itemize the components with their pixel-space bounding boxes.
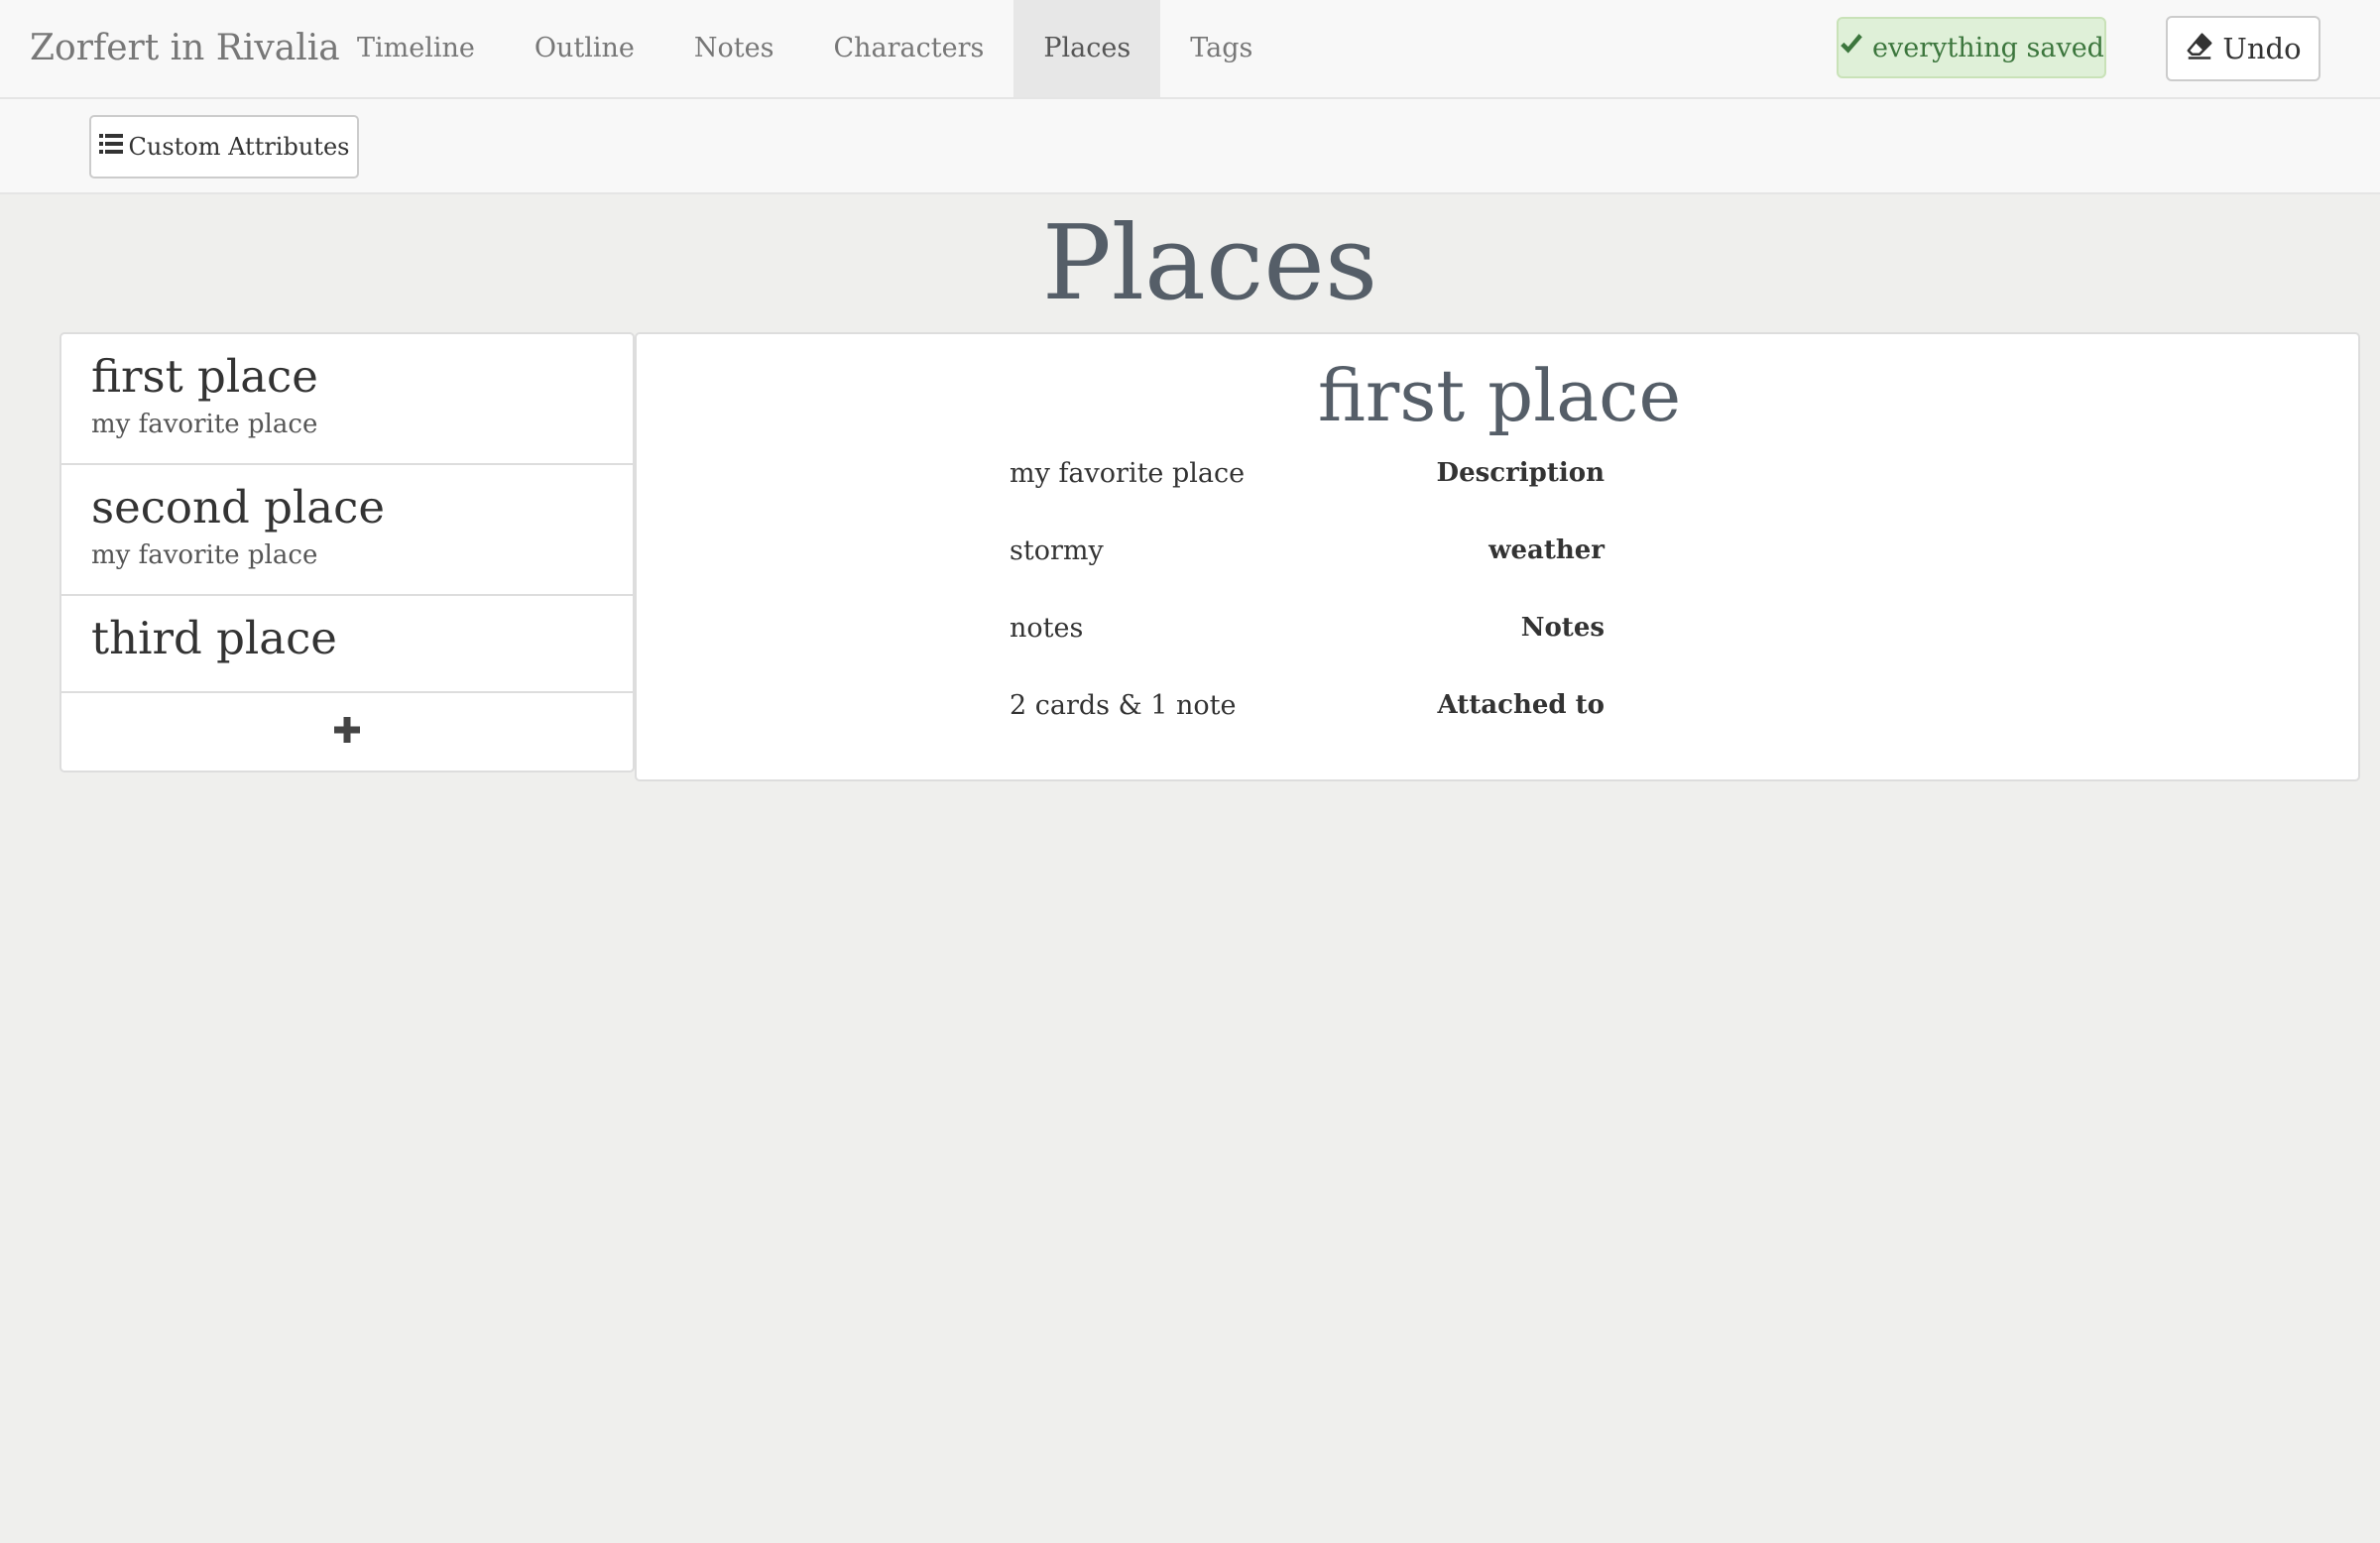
list-item-third-place[interactable]: third place <box>61 596 633 693</box>
custom-attributes-button[interactable]: Custom Attributes <box>89 115 359 178</box>
tab-characters[interactable]: Characters <box>803 0 1013 97</box>
attribute-value[interactable]: stormy <box>1010 535 1104 566</box>
list-item-second-place[interactable]: second place my favorite place <box>61 465 633 596</box>
attribute-row-notes: Notes notes <box>637 613 2362 653</box>
custom-attributes-label: Custom Attributes <box>128 133 350 161</box>
tab-tags[interactable]: Tags <box>1160 0 1282 97</box>
attribute-label: Notes <box>1520 613 1605 643</box>
add-place-button[interactable] <box>61 693 633 771</box>
place-name: second place <box>91 481 385 534</box>
attribute-row-description: Description my favorite place <box>637 458 2362 498</box>
page-title: Places <box>1041 202 1378 323</box>
attribute-label: weather <box>1488 535 1605 565</box>
attribute-value[interactable]: 2 cards & 1 note <box>1010 690 1236 721</box>
places-list: first place my favorite place second pla… <box>60 332 635 772</box>
project-title[interactable]: Zorfert in Rivalia <box>30 0 340 97</box>
tab-notes[interactable]: Notes <box>664 0 804 97</box>
save-status-badge: everything saved <box>1837 17 2106 78</box>
attribute-value[interactable]: notes <box>1010 613 1083 644</box>
list-item-first-place[interactable]: first place my favorite place <box>61 334 633 465</box>
tab-places[interactable]: Places <box>1013 0 1161 97</box>
plus-icon <box>333 716 361 748</box>
place-description: my favorite place <box>91 540 318 570</box>
tab-outline[interactable]: Outline <box>505 0 664 97</box>
attribute-row-weather: weather stormy <box>637 535 2362 575</box>
place-name: first place <box>91 350 318 403</box>
check-icon <box>1839 32 1864 64</box>
list-icon <box>98 133 123 161</box>
sub-toolbar: Custom Attributes <box>0 99 2380 194</box>
undo-button[interactable]: Undo <box>2166 16 2320 81</box>
attribute-label: Attached to <box>1437 690 1605 720</box>
place-name: third place <box>91 612 337 664</box>
place-detail-panel: first place Description my favorite plac… <box>635 332 2360 781</box>
tab-timeline[interactable]: Timeline <box>327 0 505 97</box>
attribute-value[interactable]: my favorite place <box>1010 458 1245 489</box>
place-detail-title[interactable]: first place <box>637 354 2362 437</box>
eraser-icon <box>2185 31 2214 67</box>
save-status-text: everything saved <box>1872 32 2104 63</box>
place-description: my favorite place <box>91 410 318 439</box>
nav-tabs: Timeline Outline Notes Characters Places… <box>327 0 1282 97</box>
attribute-label: Description <box>1436 458 1605 488</box>
undo-label: Undo <box>2222 32 2302 65</box>
attribute-row-attached-to: Attached to 2 cards & 1 note <box>637 690 2362 730</box>
top-navbar: Zorfert in Rivalia Timeline Outline Note… <box>0 0 2380 99</box>
